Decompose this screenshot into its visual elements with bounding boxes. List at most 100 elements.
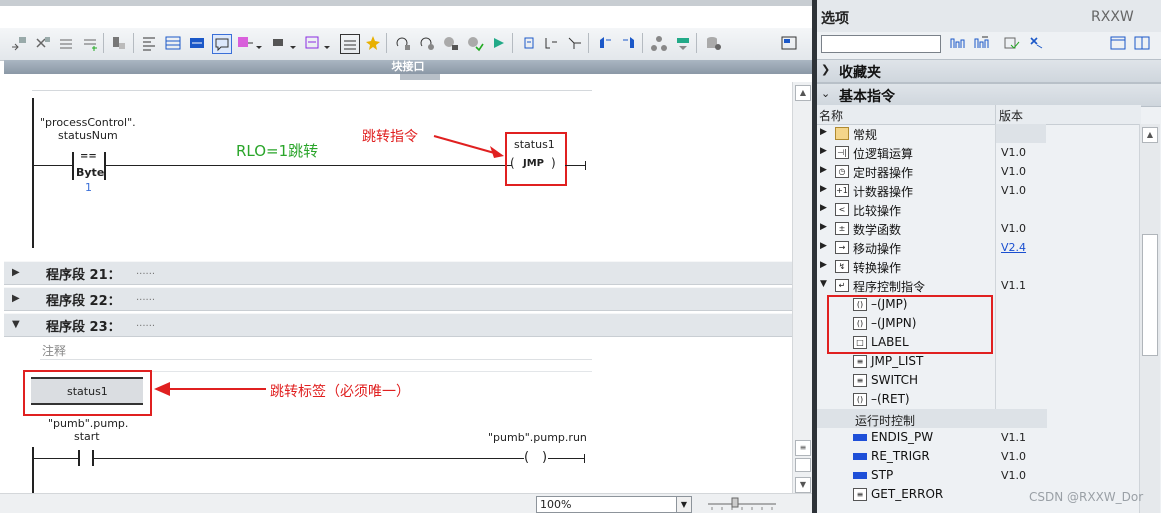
- tree-item[interactable]: ▼ ↵ 程序控制指令 V1.1: [817, 276, 1141, 295]
- tree-item[interactable]: ▶ → 移动操作 V2.4: [817, 238, 1141, 257]
- close-all-networks-icon[interactable]: [418, 34, 436, 52]
- compare-type[interactable]: Byte: [76, 166, 104, 179]
- absolute-operands-icon[interactable]: [140, 34, 158, 52]
- compare-value[interactable]: 1: [85, 181, 92, 194]
- expand-arrow-icon[interactable]: ▶: [820, 146, 827, 156]
- expand-arrow-icon[interactable]: ▶: [820, 203, 827, 213]
- contact-left-bar[interactable]: [78, 450, 80, 466]
- monitor-icon[interactable]: [110, 34, 128, 52]
- column-header-name[interactable]: 名称: [819, 107, 843, 124]
- add-row-icon[interactable]: [82, 34, 100, 52]
- tree-item[interactable]: RE_TRIGR V1.0: [817, 447, 1141, 466]
- runtime-group-header[interactable]: 运行时控制: [817, 409, 1047, 428]
- tree-item[interactable]: ▶ < 比较操作: [817, 200, 1141, 219]
- toggle-comments-icon[interactable]: [340, 34, 360, 54]
- bookmark-icon[interactable]: [542, 34, 560, 52]
- options-icon[interactable]: [1027, 35, 1045, 51]
- dropdown-arrow-icon[interactable]: [254, 34, 264, 52]
- expand-arrow-icon[interactable]: ▶: [820, 127, 827, 137]
- splitter-grip[interactable]: [400, 74, 440, 80]
- insert-row-icon[interactable]: [58, 34, 76, 52]
- favorites-section[interactable]: ❯ 收藏夹: [817, 59, 1161, 83]
- comment-field[interactable]: 注释: [42, 342, 66, 359]
- show-addresses-icon[interactable]: [304, 34, 322, 52]
- network-comment[interactable]: ......: [136, 266, 155, 277]
- download-icon[interactable]: [566, 34, 584, 52]
- scroll-up-icon[interactable]: ▲: [1142, 127, 1158, 143]
- filter-icon[interactable]: [1003, 35, 1021, 51]
- chevron-down-icon[interactable]: ⌄: [821, 87, 830, 100]
- delete-network-icon[interactable]: [34, 34, 52, 52]
- dropdown-arrow-icon[interactable]: [288, 34, 298, 52]
- coil-open[interactable]: (: [524, 450, 529, 465]
- instruction-icon[interactable]: [364, 34, 382, 52]
- expand-arrow-icon[interactable]: ▶: [820, 184, 827, 194]
- show-favorites-icon[interactable]: [164, 34, 182, 52]
- monitoring-off-icon[interactable]: [620, 34, 638, 52]
- layout-icon[interactable]: [780, 34, 798, 52]
- tree-item[interactable]: ▶ ± 数学函数 V1.0: [817, 219, 1141, 238]
- jmp-coil[interactable]: JMP: [523, 158, 544, 169]
- network-icon[interactable]: [650, 34, 668, 52]
- tree-item[interactable]: ENDIS_PW V1.1: [817, 428, 1141, 447]
- insert-network-icon[interactable]: [10, 34, 28, 52]
- coil-close[interactable]: ): [542, 450, 547, 465]
- window-icon[interactable]: [1109, 35, 1127, 51]
- search-up-icon[interactable]: [949, 35, 967, 51]
- go-to-start-icon[interactable]: [442, 34, 460, 52]
- show-symbols-icon[interactable]: [270, 34, 288, 52]
- column-header-version[interactable]: 版本: [999, 107, 1023, 124]
- network-23-header[interactable]: ▼ 程序段 23： ......: [4, 313, 792, 337]
- comment-icon[interactable]: [212, 34, 232, 54]
- scroll-thumb[interactable]: [795, 458, 811, 472]
- record-icon[interactable]: [520, 34, 538, 52]
- expand-arrow-icon[interactable]: ▶: [820, 241, 827, 251]
- tree-item-version[interactable]: V2.4: [1001, 241, 1026, 254]
- label-box[interactable]: status1: [31, 377, 143, 405]
- search-input[interactable]: [821, 35, 941, 53]
- tree-item[interactable]: ▶ ↯ 转换操作: [817, 257, 1141, 276]
- tree-item[interactable]: STP V1.0: [817, 466, 1141, 485]
- tree-vertical-scrollbar[interactable]: ▲: [1139, 124, 1160, 513]
- scroll-thumb[interactable]: [1142, 234, 1158, 356]
- go-to-end-icon[interactable]: [466, 34, 484, 52]
- basic-instructions-section[interactable]: ⌄ 基本指令: [817, 83, 1161, 107]
- network-comment[interactable]: ......: [136, 292, 155, 303]
- tree-item[interactable]: ≡ SWITCH: [817, 371, 1141, 390]
- zoom-select[interactable]: 100% ▼: [536, 496, 692, 513]
- dropdown-arrow-icon[interactable]: [322, 34, 332, 52]
- goto-error-icon[interactable]: [236, 34, 254, 52]
- collapse-arrow-icon[interactable]: ▼: [12, 319, 20, 330]
- block-interface-bar[interactable]: 块接口: [4, 60, 812, 74]
- simulation-icon[interactable]: [674, 34, 692, 52]
- expand-arrow-icon[interactable]: ▶: [820, 260, 827, 270]
- jump-label[interactable]: status1: [514, 138, 555, 151]
- monitoring-on-icon[interactable]: [596, 34, 614, 52]
- network-comment[interactable]: ......: [136, 318, 155, 329]
- scroll-page-icon[interactable]: ≡: [795, 440, 811, 456]
- favorite-icon[interactable]: [188, 34, 206, 52]
- window-split-icon[interactable]: [1133, 35, 1151, 51]
- preview-icon[interactable]: [490, 34, 508, 52]
- scroll-up-icon[interactable]: ▲: [795, 85, 811, 101]
- network-22-header[interactable]: ▶ 程序段 22： ......: [4, 287, 792, 311]
- tree-item[interactable]: ▶ 常规: [817, 124, 1141, 143]
- scroll-down-icon[interactable]: ▼: [795, 477, 811, 493]
- expand-arrow-icon[interactable]: ▶: [12, 267, 20, 278]
- tree-item[interactable]: ▶ ◷ 定时器操作 V1.0: [817, 162, 1141, 181]
- tree-item[interactable]: ▶ +1 计数器操作 V1.0: [817, 181, 1141, 200]
- expand-arrow-icon[interactable]: ▶: [12, 293, 20, 304]
- tree-item[interactable]: ▶ ⊣| 位逻辑运算 V1.0: [817, 143, 1141, 162]
- expand-arrow-icon[interactable]: ▶: [820, 222, 827, 232]
- collapse-arrow-icon[interactable]: ▼: [820, 279, 827, 289]
- tree-item[interactable]: ≡ JMP_LIST: [817, 352, 1141, 371]
- open-all-networks-icon[interactable]: [394, 34, 412, 52]
- search-down-icon[interactable]: [973, 35, 991, 51]
- zoom-slider[interactable]: [706, 497, 778, 511]
- column-divider[interactable]: [995, 105, 996, 124]
- database-icon[interactable]: [704, 34, 722, 52]
- tree-item[interactable]: () –(RET): [817, 390, 1141, 409]
- chevron-down-icon[interactable]: ▼: [676, 497, 691, 512]
- editor-vertical-scrollbar[interactable]: ▲ ≡ ▼: [792, 82, 812, 495]
- chevron-right-icon[interactable]: ❯: [821, 63, 830, 76]
